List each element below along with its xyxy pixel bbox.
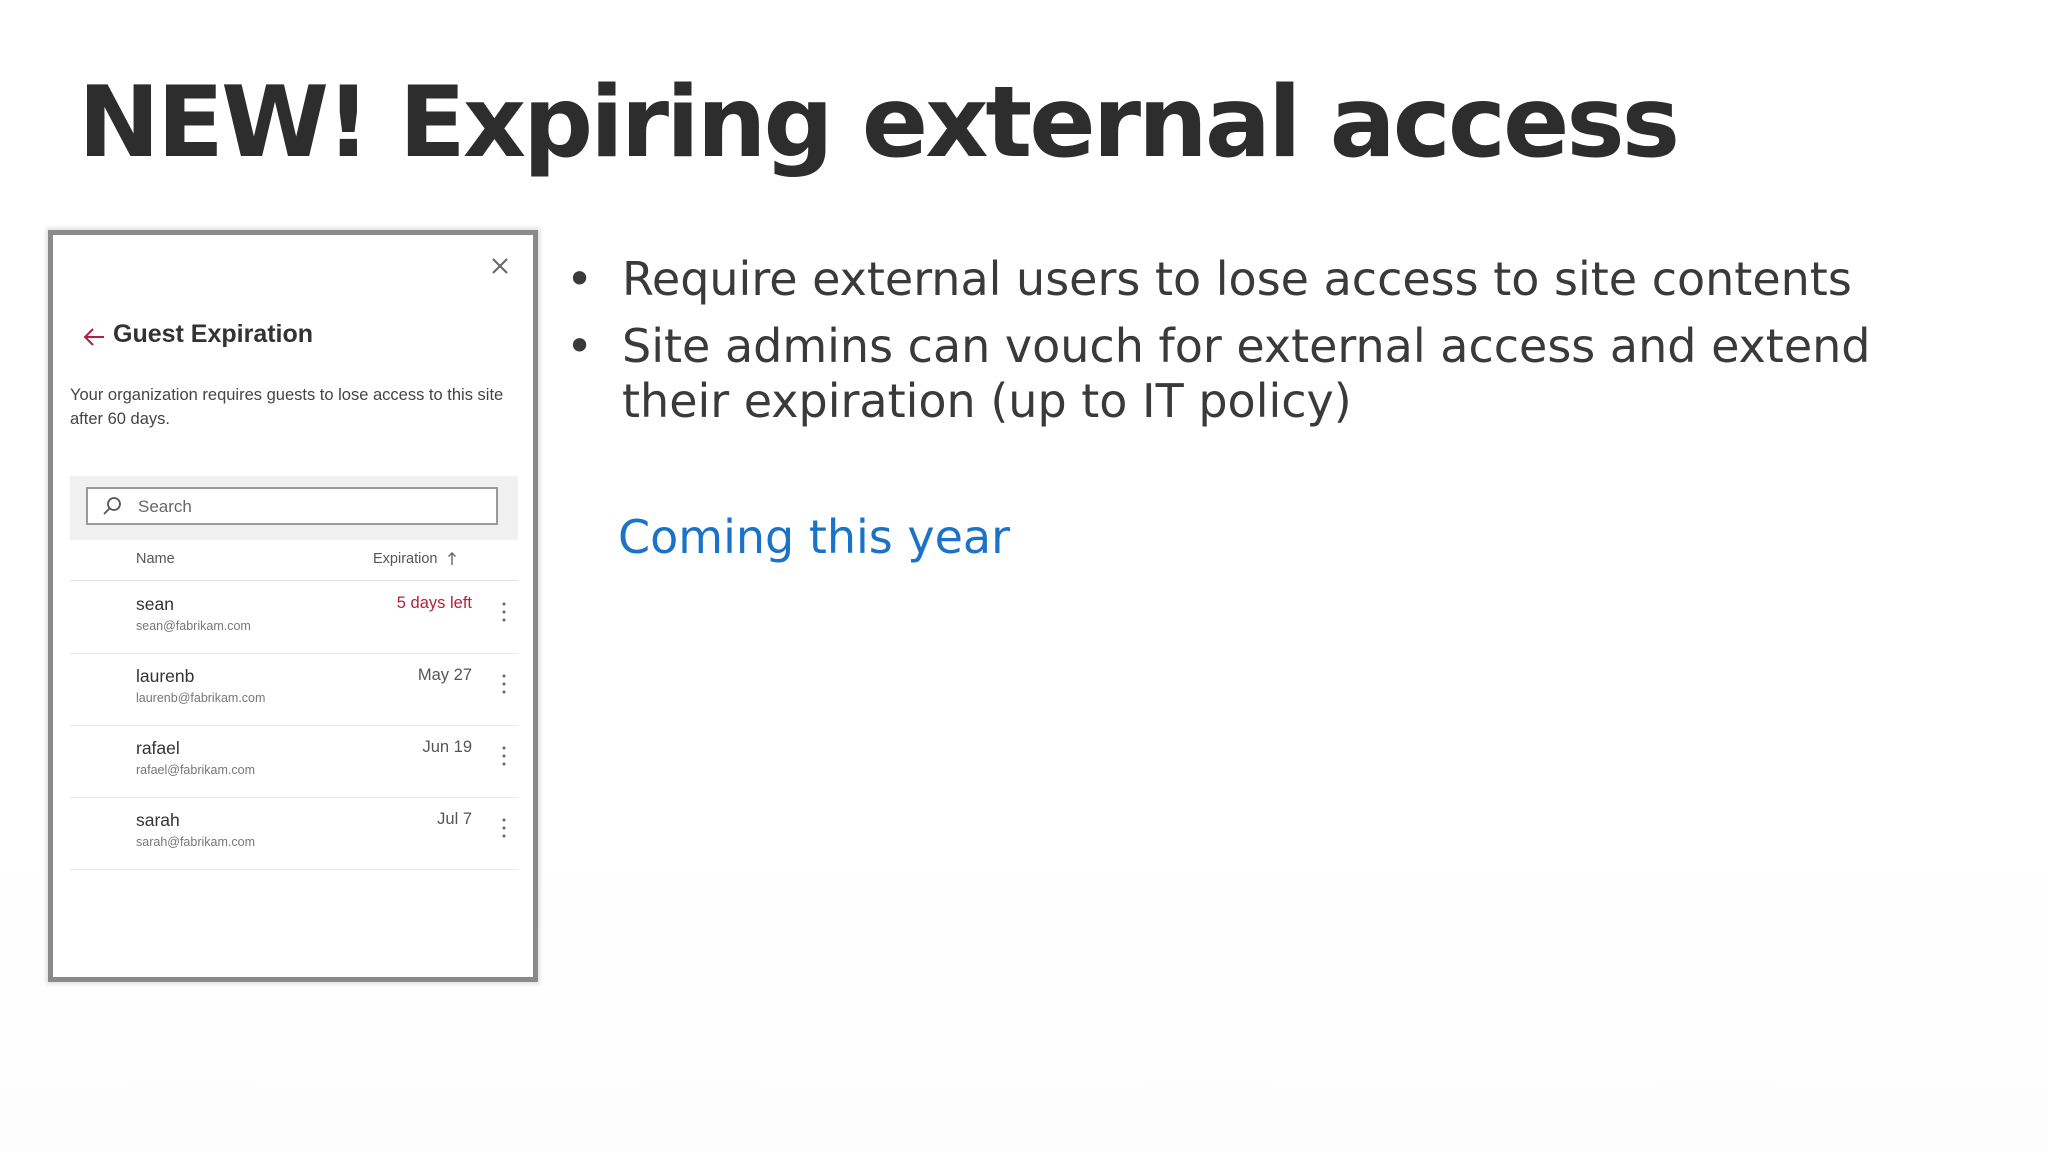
panel-title: Guest Expiration	[113, 320, 314, 348]
bullet-list: • Require external users to lose access …	[560, 252, 1980, 441]
search-input[interactable]: Search	[86, 487, 498, 525]
slide-title: NEW! Expiring external access	[78, 66, 1680, 180]
panel-description: Your organization requires guests to los…	[70, 386, 504, 428]
more-options-icon[interactable]	[501, 601, 507, 623]
bullet-symbol: •	[566, 252, 594, 306]
guest-name: rafael	[136, 738, 180, 758]
column-header-name[interactable]: Name	[136, 551, 175, 567]
search-icon	[103, 497, 121, 515]
guest-expiration-panel: Guest Expiration Your organization requi…	[48, 230, 538, 982]
search-placeholder: Search	[138, 497, 192, 516]
guest-expiration: May 27	[417, 666, 472, 684]
more-options-icon[interactable]	[501, 817, 507, 839]
search-area: Search	[70, 476, 518, 540]
guest-expiration: Jun 19	[422, 738, 472, 756]
more-options-icon[interactable]	[501, 673, 507, 695]
bullet-item: • Require external users to lose access …	[560, 252, 1980, 307]
coming-this-year-note: Coming this year	[618, 510, 1011, 564]
header-divider	[70, 580, 518, 581]
guest-expiration: Jul 7	[437, 810, 472, 828]
bullet-symbol: •	[566, 319, 594, 373]
guest-email: sarah@fabrikam.com	[136, 835, 255, 849]
guest-email: sean@fabrikam.com	[136, 619, 251, 633]
guest-email: rafael@fabrikam.com	[136, 763, 255, 777]
guest-name: sean	[136, 594, 174, 614]
guest-row[interactable]: rafael rafael@fabrikam.com Jun 19	[70, 726, 518, 798]
guest-name: laurenb	[136, 666, 195, 686]
column-header-expiration[interactable]: Expiration	[373, 551, 457, 567]
guest-email: laurenb@fabrikam.com	[136, 691, 266, 705]
slide: NEW! Expiring external access Guest Expi…	[0, 0, 2048, 1152]
sort-ascending-icon	[447, 552, 456, 565]
back-arrow-icon[interactable]	[81, 324, 107, 350]
guest-row[interactable]: laurenb laurenb@fabrikam.com May 27	[70, 654, 518, 726]
guest-expiration: 5 days left	[396, 594, 472, 612]
more-options-icon[interactable]	[501, 745, 507, 767]
bullet-item: • Site admins can vouch for external acc…	[560, 319, 1980, 429]
guest-row[interactable]: sarah sarah@fabrikam.com Jul 7	[70, 798, 518, 870]
close-icon[interactable]	[489, 255, 511, 277]
guest-row[interactable]: sean sean@fabrikam.com 5 days left	[70, 582, 518, 654]
bullet-text: Site admins can vouch for external acces…	[622, 319, 1871, 428]
bullet-text: Require external users to lose access to…	[622, 252, 1852, 306]
column-header-expiration-label: Expiration	[373, 551, 438, 567]
guest-name: sarah	[136, 810, 180, 830]
